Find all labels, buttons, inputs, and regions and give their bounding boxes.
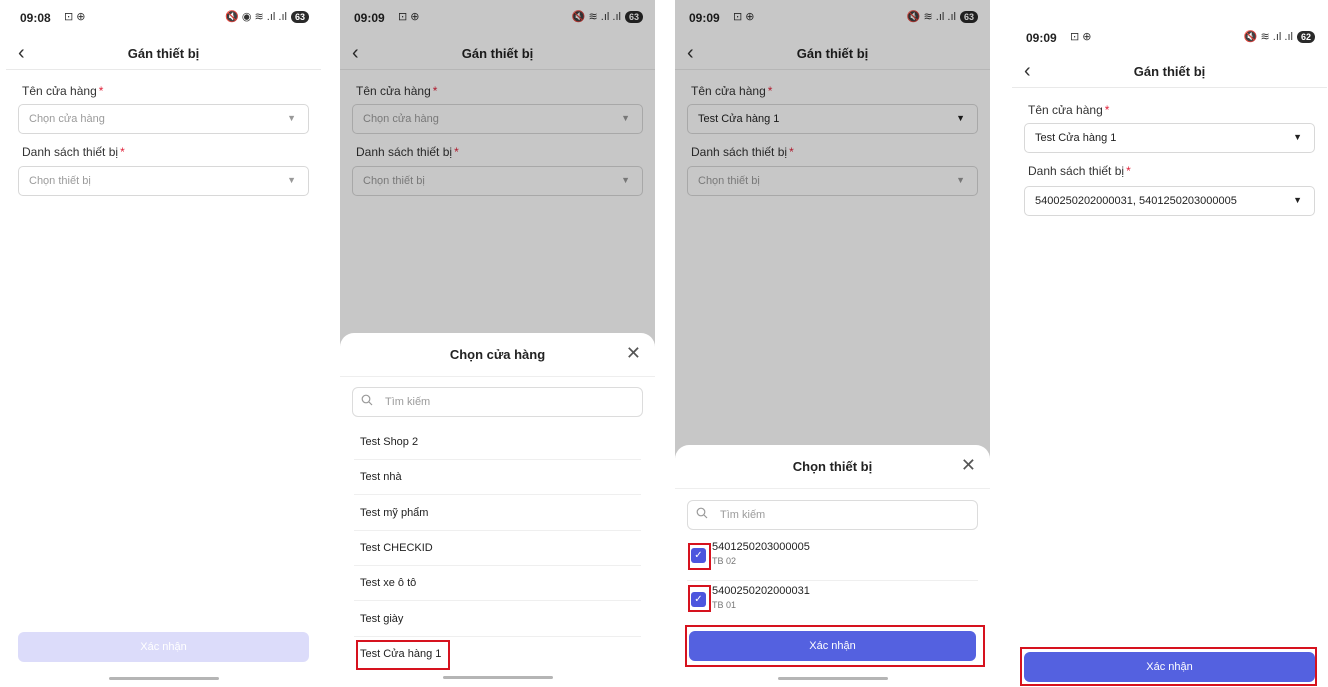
search-input[interactable]: Tìm kiếm [352,387,643,417]
store-label: Tên cửa hàng * [22,84,104,98]
device-name: TB 02 [712,556,737,566]
screen-1: 09:08 ⊡ ⊕ 🔇 ◉ ≋ .ıl .ıl 63 ‹ Gán thiết b… [6,0,321,687]
sheet-title: Chọn cửa hàng [449,347,546,362]
divider [675,488,990,489]
search-icon [361,394,373,406]
page-title: Gán thiết bị [1133,64,1206,79]
status-bar: 09:08 ⊡ ⊕ 🔇 ◉ ≋ .ıl .ıl 63 [6,8,321,30]
list-item[interactable]: Test giày [354,602,641,637]
store-value: Test Cửa hàng 1 [1035,132,1117,144]
status-right: 🔇 ◉ ≋ .ıl .ıl 63 [225,10,309,23]
store-select[interactable]: Chọn cửa hàng ▼ [18,104,309,134]
device-select[interactable]: 5400250202000031, 5401250203000005 ▼ [1024,186,1315,216]
highlight-box [688,543,711,570]
highlight-box [1020,647,1317,686]
confirm-button[interactable]: Xác nhận [18,632,309,662]
device-name: TB 01 [712,600,737,610]
close-icon[interactable]: ✕ [961,455,976,476]
close-icon[interactable]: ✕ [626,343,641,364]
status-notification-icons: ⊡ ⊕ [64,11,86,23]
status-notification-icons: ⊡ ⊕ [1070,31,1092,43]
search-placeholder: Tìm kiếm [385,396,431,408]
divider [340,376,655,377]
chevron-down-icon: ▼ [1293,132,1302,142]
status-right: 🔇 ≋ .ıl .ıl 62 [1244,30,1315,43]
chevron-down-icon: ▼ [1293,195,1302,205]
highlight-box [356,640,450,670]
device-picker-sheet: Chọn thiết bị ✕ Tìm kiếm ✓ 5401250203000… [675,445,990,687]
store-picker-sheet: Chọn cửa hàng ✕ Tìm kiếm Test Shop 2 Tes… [340,333,655,687]
battery-icon: 62 [1296,30,1315,43]
highlight-box [685,625,985,667]
required-mark: * [98,84,104,98]
sheet-title: Chọn thiết bị [792,459,873,474]
chevron-down-icon: ▼ [287,113,296,123]
search-placeholder: Tìm kiếm [720,509,766,521]
list-item[interactable]: Test CHECKID [354,531,641,566]
app-bar: ‹ Gán thiết bị [6,40,321,70]
device-serial: 5400250202000031 [712,585,810,597]
screen-3: 09:09 ⊡ ⊕ 🔇 ≋ .ıl .ıl 63 ‹ Gán thiết bị … [675,0,990,687]
app-bar: ‹ Gán thiết bị [1012,58,1327,88]
device-option[interactable]: ✓ 5400250202000031 TB 01 [687,580,978,622]
device-select[interactable]: Chọn thiết bị ▼ [18,166,309,196]
screen-2: 09:09 ⊡ ⊕ 🔇 ≋ .ıl .ıl 63 ‹ Gán thiết bị … [340,0,655,687]
required-mark: * [1104,103,1110,117]
chevron-down-icon: ▼ [287,175,296,185]
search-icon [696,507,708,519]
device-label: Danh sách thiết bị * [1028,164,1131,178]
status-time: 09:08 [20,11,51,25]
list-item[interactable]: Test mỹ phẩm [354,496,641,531]
battery-icon: 63 [290,10,309,23]
store-placeholder: Chọn cửa hàng [29,113,105,125]
screen-4: 09:09 ⊡ ⊕ 🔇 ≋ .ıl .ıl 62 ‹ Gán thiết bị … [1012,0,1327,687]
store-label: Tên cửa hàng * [1028,103,1110,117]
list-item[interactable]: Test xe ô tô [354,566,641,601]
device-placeholder: Chọn thiết bị [29,175,91,187]
home-indicator [442,676,553,679]
highlight-box [688,585,711,612]
search-input[interactable]: Tìm kiếm [687,500,978,530]
signal-icons: 🔇 ◉ ≋ .ıl .ıl [225,11,287,23]
home-indicator [108,677,219,680]
device-option[interactable]: ✓ 5401250203000005 TB 02 [687,537,978,579]
required-mark: * [1126,164,1131,178]
page-title: Gán thiết bị [127,46,200,61]
list-item[interactable]: Test Shop 2 [354,425,641,460]
status-bar: 09:09 ⊡ ⊕ 🔇 ≋ .ıl .ıl 62 [1012,28,1327,50]
device-value: 5400250202000031, 5401250203000005 [1035,195,1237,207]
list-item[interactable]: Test nhà [354,460,641,495]
store-select[interactable]: Test Cửa hàng 1 ▼ [1024,123,1315,153]
home-indicator [777,677,888,680]
status-time: 09:09 [1026,31,1057,45]
device-label: Danh sách thiết bị * [22,145,125,159]
required-mark: * [120,145,125,159]
signal-icons: 🔇 ≋ .ıl .ıl [1243,31,1293,43]
device-serial: 5401250203000005 [712,541,810,553]
